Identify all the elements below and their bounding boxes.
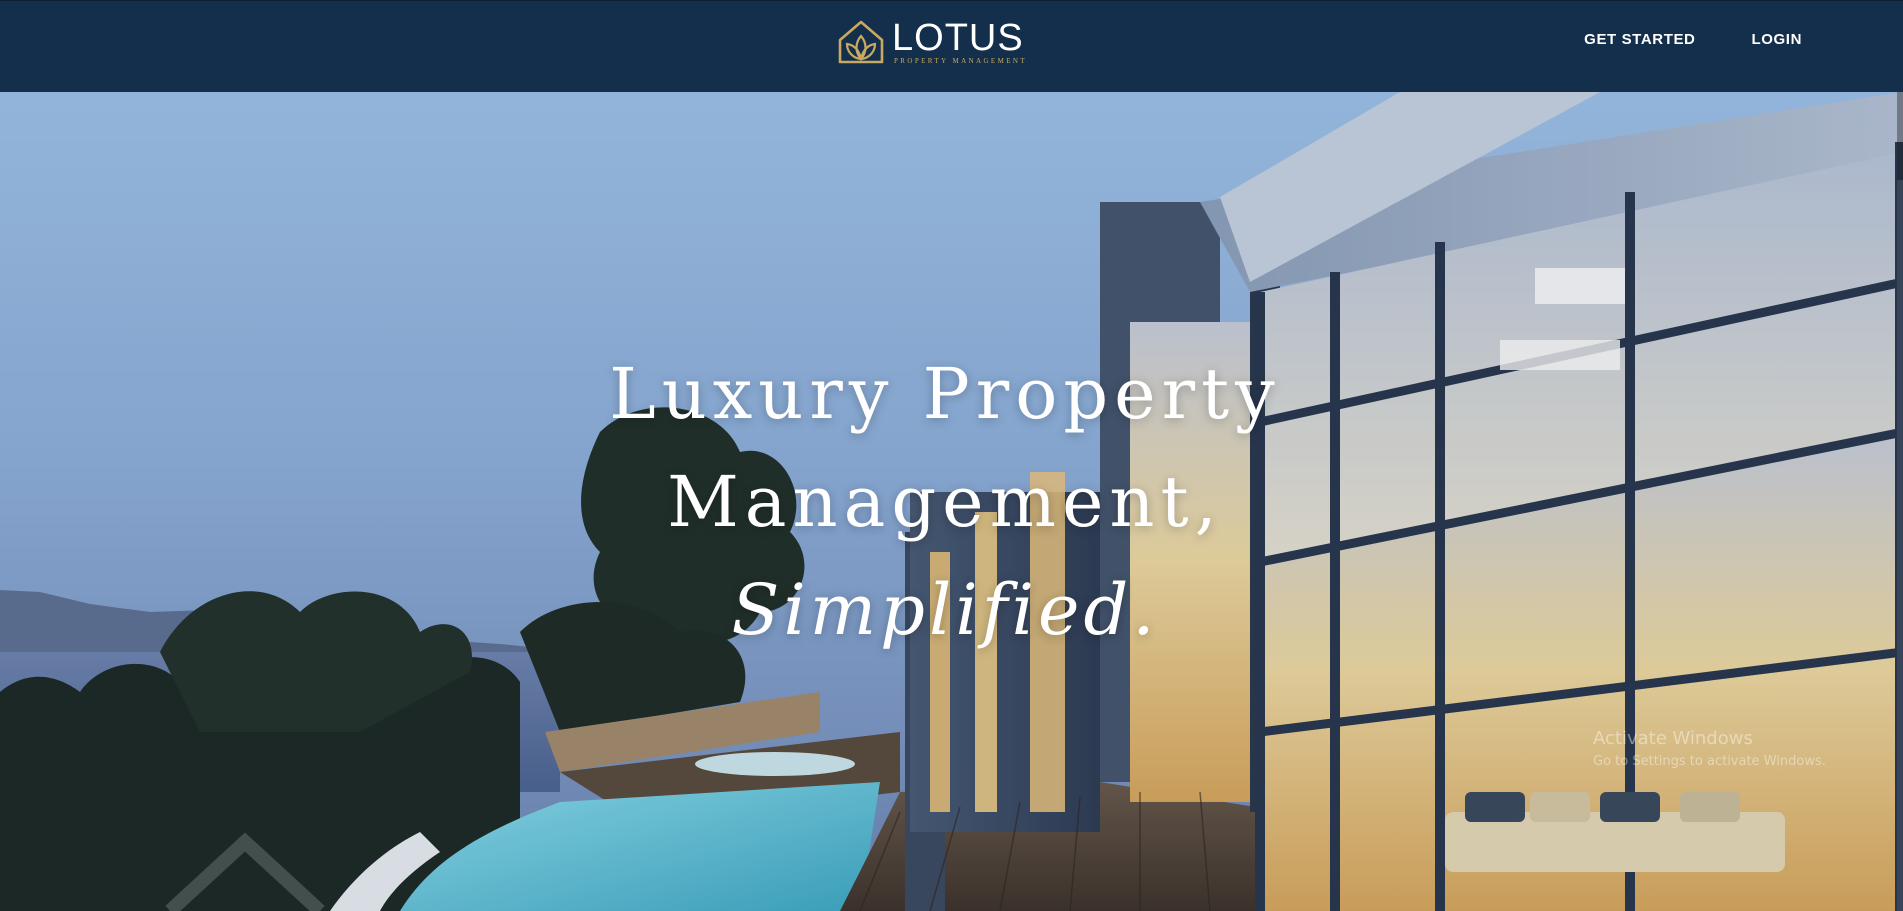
scrollbar-thumb[interactable] xyxy=(1897,92,1903,180)
headline-line-3: Simplified. xyxy=(731,569,1159,651)
top-navbar: LOTUS PROPERTY MANAGEMENT GET STARTED LO… xyxy=(0,0,1903,92)
get-started-link[interactable]: GET STARTED xyxy=(1584,31,1695,48)
main-nav: GET STARTED LOGIN xyxy=(1584,31,1802,48)
brand-logo-link[interactable]: LOTUS PROPERTY MANAGEMENT xyxy=(836,18,1027,66)
hero-headline: Luxury Property Management, Simplified. xyxy=(0,340,1890,664)
windows-activation-watermark: Activate Windows Go to Settings to activ… xyxy=(1593,727,1826,771)
brand-name: LOTUS xyxy=(892,16,1024,59)
hero-section: Luxury Property Management, Simplified. xyxy=(0,92,1903,911)
lotus-house-icon xyxy=(838,20,884,64)
headline-line-1: Luxury Property xyxy=(609,353,1281,435)
page: LOTUS PROPERTY MANAGEMENT GET STARTED LO… xyxy=(0,0,1903,911)
page-scrollbar[interactable] xyxy=(1897,92,1903,911)
brand-text: LOTUS PROPERTY MANAGEMENT xyxy=(892,16,1028,65)
login-link[interactable]: LOGIN xyxy=(1752,31,1803,48)
brand-tagline: PROPERTY MANAGEMENT xyxy=(894,56,1028,65)
headline-line-2: Management, xyxy=(667,461,1223,543)
watermark-title: Activate Windows xyxy=(1593,728,1753,749)
watermark-subtitle: Go to Settings to activate Windows. xyxy=(1593,754,1826,769)
